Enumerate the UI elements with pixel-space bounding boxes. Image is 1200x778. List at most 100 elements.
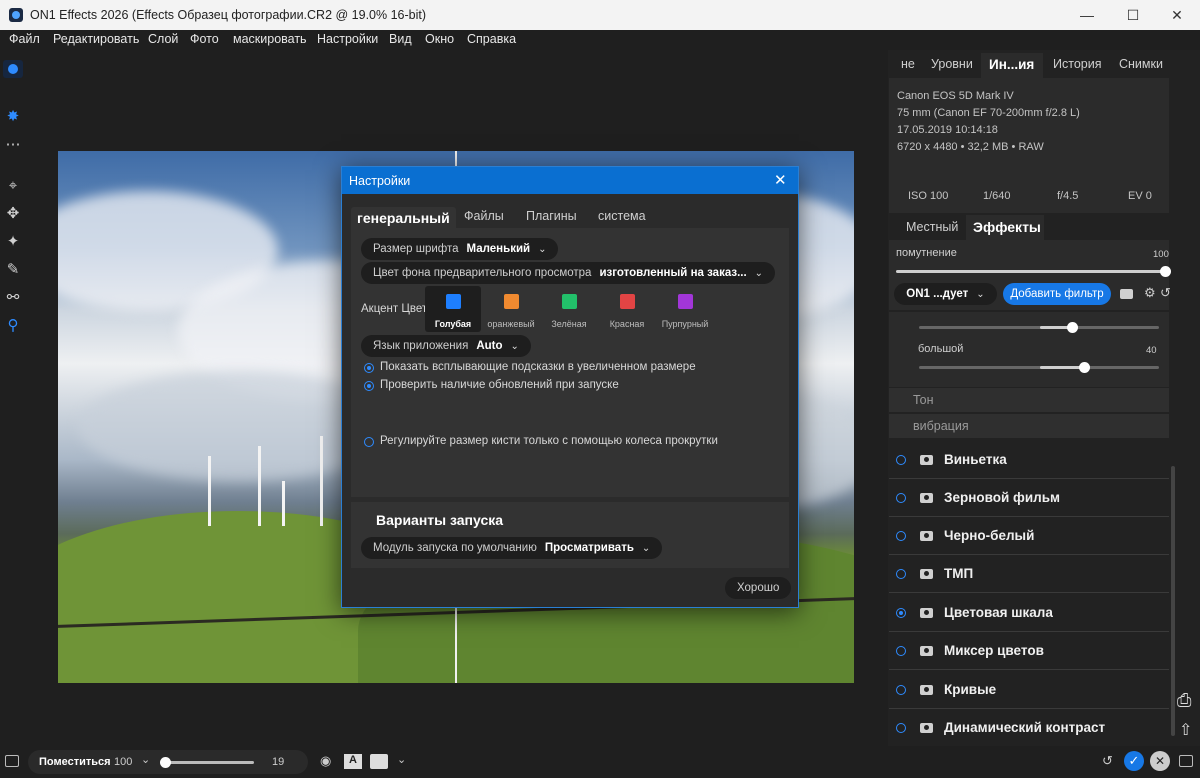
menu-help[interactable]: Справка	[467, 32, 516, 46]
accent-purple[interactable]: Пурпурный	[657, 286, 713, 332]
mask-view-icon[interactable]	[370, 754, 388, 769]
filter-label: Динамический контраст	[944, 720, 1106, 735]
zoom-icon[interactable]: ⚲	[3, 315, 23, 335]
menu-edit[interactable]: Редактировать	[53, 32, 139, 46]
brush-icon[interactable]: ✎	[3, 259, 23, 279]
menu-window[interactable]: Окно	[425, 32, 454, 46]
large-slider-thumb[interactable]	[1079, 362, 1090, 373]
tab-local[interactable]: Местный	[906, 220, 958, 234]
filter-row[interactable]: ТМП	[889, 556, 1169, 593]
brush-radio[interactable]	[364, 437, 374, 447]
launch-panel: Варианты запуска Модуль запуска по умолч…	[351, 502, 789, 568]
ok-button[interactable]: Хорошо	[725, 577, 792, 599]
brush-size-thumb[interactable]	[160, 757, 171, 768]
app-icon	[9, 8, 23, 22]
chevron-down-icon: ⌄	[641, 542, 651, 554]
preview-bg-select[interactable]: Цвет фона предварительного просмотра изго…	[361, 262, 776, 284]
launch-module-select[interactable]: Модуль запуска по умолчанию Просматривать…	[361, 537, 663, 559]
swatch-purple	[677, 294, 693, 309]
tab-levels[interactable]: Уровни	[931, 57, 973, 71]
updates-radio[interactable]	[364, 381, 374, 391]
filter-row[interactable]: Динамический контраст	[889, 710, 1169, 747]
fit-button[interactable]: Поместиться	[39, 756, 111, 768]
filter-toggle[interactable]	[896, 455, 906, 465]
tab-history[interactable]: История	[1053, 57, 1101, 71]
section-tone[interactable]: Тон	[889, 388, 1169, 412]
detail-slider[interactable]	[919, 326, 1159, 329]
filter-row[interactable]: Миксер цветов	[889, 633, 1169, 670]
preset-select[interactable]: ON1 ...дует ⌄	[894, 283, 997, 305]
undo-icon[interactable]: ↺	[1102, 753, 1113, 769]
opacity-slider-thumb[interactable]	[1160, 266, 1171, 277]
menu-file[interactable]: Файл	[9, 32, 40, 46]
accent-green[interactable]: Зелёная	[541, 286, 597, 332]
chevron-down-icon: ⌄	[976, 288, 985, 300]
gear-icon[interactable]: ⚙	[1144, 285, 1156, 301]
preview-bg-value: изготовленный на заказ...	[599, 267, 747, 279]
section-vibrance[interactable]: вибрация	[889, 414, 1169, 438]
close-window-button[interactable]: ✕	[1154, 0, 1200, 30]
view-chevron-down-icon[interactable]: ⌄	[397, 753, 406, 766]
accent-blue[interactable]: Голубая	[425, 286, 481, 332]
opacity-slider[interactable]	[896, 270, 1166, 273]
share-icon[interactable]: ⇧	[1179, 720, 1192, 740]
filter-row[interactable]: Цветовая шкала	[889, 595, 1169, 632]
text-overlay-icon[interactable]: A	[344, 754, 362, 769]
filter-row[interactable]: Виньетка	[889, 442, 1169, 479]
zoom-value[interactable]: 100	[114, 756, 132, 768]
effects-sun-icon[interactable]: ✸	[3, 106, 23, 126]
brush-size-slider[interactable]	[162, 761, 254, 764]
wand-icon[interactable]: ✦	[3, 231, 23, 251]
crop-icon[interactable]: ⌖	[3, 175, 23, 195]
accent-red[interactable]: Красная	[599, 286, 655, 332]
minimize-button[interactable]: —	[1064, 0, 1110, 30]
menu-photo[interactable]: Фото	[190, 32, 219, 46]
filter-toggle[interactable]	[896, 608, 906, 618]
filter-toggle[interactable]	[896, 531, 906, 541]
menu-mask[interactable]: маскировать	[233, 32, 307, 46]
dialog-close-icon[interactable]: ✕	[774, 171, 787, 189]
filter-toggle[interactable]	[896, 685, 906, 695]
tab-general[interactable]: генеральный	[351, 207, 456, 229]
filters-scrollbar[interactable]	[1171, 466, 1175, 736]
move-icon[interactable]: ✥	[3, 203, 23, 223]
tab-plugins[interactable]: Плагины	[526, 209, 577, 223]
filter-toggle[interactable]	[896, 723, 906, 733]
print-icon[interactable]: ⎙	[1177, 690, 1191, 711]
filter-row[interactable]: Зерновой фильм	[889, 480, 1169, 517]
tab-files[interactable]: Файлы	[464, 209, 504, 223]
cancel-x-icon[interactable]: ✕	[1150, 751, 1170, 771]
menu-settings[interactable]: Настройки	[317, 32, 378, 46]
apply-check-icon[interactable]: ✓	[1124, 751, 1144, 771]
tab-nav[interactable]: не	[901, 57, 915, 71]
tab-system[interactable]: система	[598, 209, 646, 223]
accent-orange[interactable]: оранжевый	[483, 286, 539, 332]
right-panel-toggle-icon[interactable]	[1179, 755, 1193, 767]
reset-icon[interactable]: ↺	[1160, 285, 1171, 301]
tab-effects[interactable]: Эффекты	[973, 219, 1041, 235]
filter-row[interactable]: Черно-белый	[889, 518, 1169, 555]
add-filter-button[interactable]: Добавить фильтр	[1003, 283, 1111, 305]
chevron-down-icon: ⌄	[754, 267, 764, 279]
camera-icon[interactable]	[1120, 289, 1133, 299]
zoom-chevron-down-icon[interactable]: ⌄	[141, 753, 150, 766]
menu-view[interactable]: Вид	[389, 32, 412, 46]
font-size-select[interactable]: Размер шрифта Маленький ⌄	[361, 238, 559, 260]
language-select[interactable]: Язык приложения Auto ⌄	[361, 335, 531, 357]
filter-toggle[interactable]	[896, 646, 906, 656]
maximize-button[interactable]: ☐	[1110, 0, 1156, 30]
panel-toggle-icon[interactable]	[5, 755, 19, 767]
large-slider[interactable]	[919, 366, 1159, 369]
detail-slider-thumb[interactable]	[1067, 322, 1078, 333]
more-icon[interactable]: ⋯	[3, 134, 23, 154]
filter-toggle[interactable]	[896, 493, 906, 503]
filter-row[interactable]: Кривые	[889, 672, 1169, 709]
menu-layer[interactable]: Слой	[148, 32, 178, 46]
tab-snapshots[interactable]: Снимки	[1119, 57, 1163, 71]
filter-toggle[interactable]	[896, 569, 906, 579]
tab-info[interactable]: Ин...ия	[989, 57, 1034, 72]
nodes-icon[interactable]: ⚯	[3, 287, 23, 307]
module-icon[interactable]	[3, 60, 23, 78]
tooltips-radio[interactable]	[364, 363, 374, 373]
eye-icon[interactable]: ◉	[320, 753, 331, 769]
